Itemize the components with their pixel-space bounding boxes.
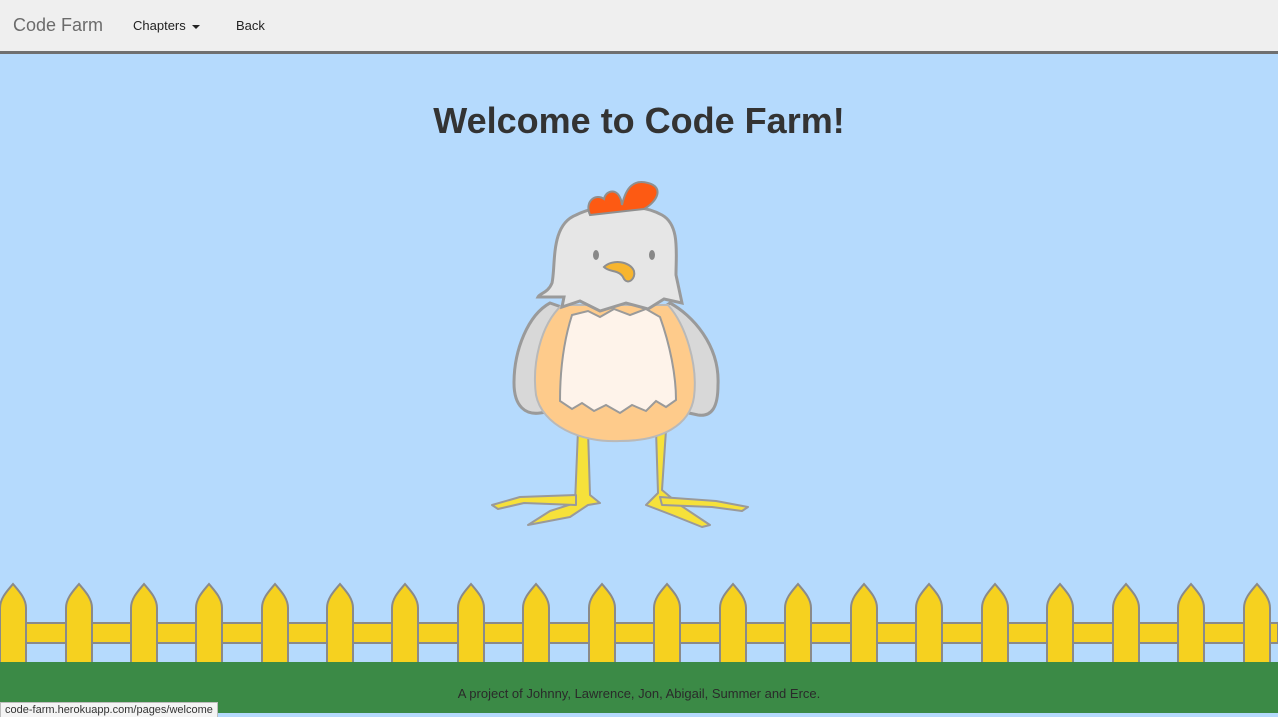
back-link[interactable]: Back bbox=[236, 18, 265, 33]
fence-illustration bbox=[0, 583, 1278, 663]
chapters-dropdown[interactable]: Chapters bbox=[133, 18, 200, 33]
brand-link[interactable]: Code Farm bbox=[13, 15, 103, 36]
chicken-illustration bbox=[491, 181, 749, 528]
caret-down-icon bbox=[191, 24, 200, 29]
chapters-label: Chapters bbox=[133, 18, 186, 33]
footer-credits: A project of Johnny, Lawrence, Jon, Abig… bbox=[457, 686, 821, 701]
page-title: Welcome to Code Farm! bbox=[433, 100, 845, 141]
top-navbar: Code Farm Chapters Back bbox=[0, 0, 1278, 54]
browser-status-bar: code-farm.herokuapp.com/pages/welcome bbox=[0, 702, 218, 717]
